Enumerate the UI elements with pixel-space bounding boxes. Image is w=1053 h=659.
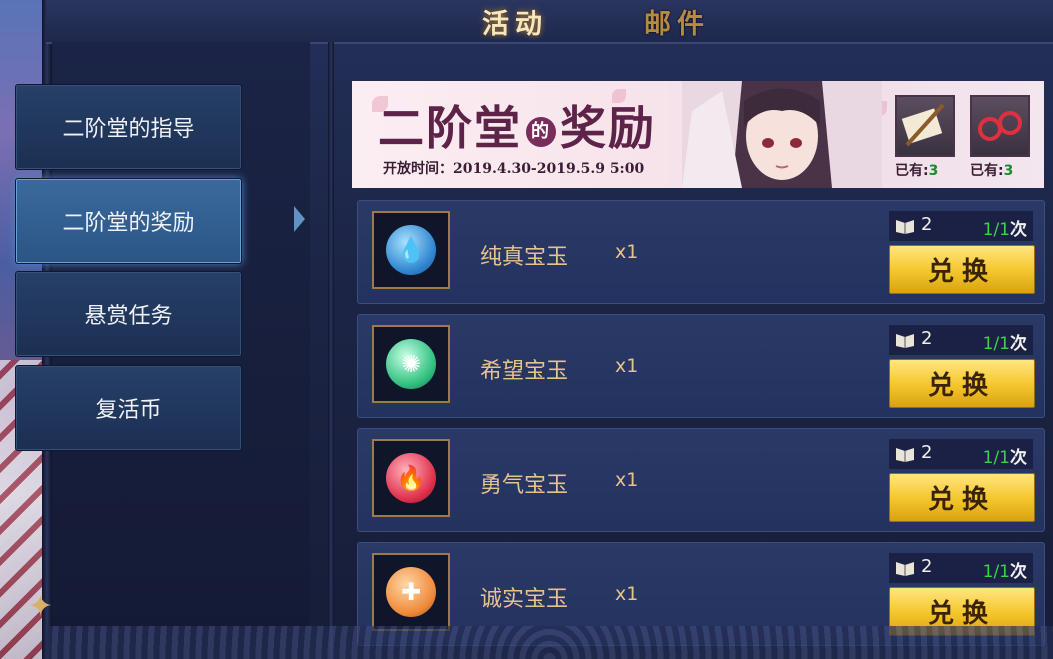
reward-qty: x1 bbox=[615, 241, 639, 263]
side-item-rewards[interactable]: 二阶堂的奖励 bbox=[15, 178, 242, 264]
gold-star-ornament-icon: ✦ bbox=[28, 589, 54, 624]
reward-row: 💧 纯真宝玉 x1 2 1/1次 兑换 bbox=[357, 200, 1045, 304]
exchange-limit: 1/1次 bbox=[983, 215, 1027, 240]
owned-label: 已有: bbox=[895, 163, 929, 179]
reward-row: ✺ 希望宝玉 x1 2 1/1次 兑换 bbox=[357, 314, 1045, 418]
owned-count-glasses: 已有:3 bbox=[970, 160, 1013, 180]
owned-count-book: 已有:3 bbox=[895, 160, 938, 180]
book-cost-icon bbox=[896, 220, 914, 234]
cost-value: 2 bbox=[921, 442, 933, 463]
reward-icon-frame: 🔥 bbox=[372, 439, 450, 517]
banner-title-part: 奖励 bbox=[560, 101, 656, 155]
cost-value: 2 bbox=[921, 214, 933, 235]
reward-name: 诚实宝玉 bbox=[480, 587, 569, 612]
side-item-bounty[interactable]: 悬赏任务 bbox=[15, 271, 242, 357]
limit-count: 1/1 bbox=[982, 448, 1010, 468]
cost-panel: 2 1/1次 bbox=[889, 211, 1033, 241]
limit-count: 1/1 bbox=[982, 220, 1010, 240]
exchange-button[interactable]: 兑换 bbox=[889, 473, 1035, 522]
reward-qty: x1 bbox=[615, 469, 639, 491]
book-quill-icon bbox=[895, 95, 955, 157]
side-item-label: 复活币 bbox=[95, 398, 162, 423]
exchange-button[interactable]: 兑换 bbox=[889, 359, 1035, 408]
banner-title: 二阶堂的奖励 bbox=[378, 92, 656, 158]
owned-label: 已有: bbox=[970, 163, 1004, 179]
bottom-wave-ornament bbox=[46, 626, 1053, 659]
reward-row: 🔥 勇气宝玉 x1 2 1/1次 兑换 bbox=[357, 428, 1045, 532]
reward-icon-frame: ✚ bbox=[372, 553, 450, 631]
side-item-label: 二阶堂的奖励 bbox=[62, 211, 195, 236]
side-item-revive-coin[interactable]: 复活币 bbox=[15, 365, 242, 451]
activity-screen: ✦ 活动 邮件 二阶堂的指导 二阶堂的奖励 悬赏任务 复活币 二阶堂的奖励 开放… bbox=[0, 0, 1053, 659]
orange-cross-gem-icon: ✚ bbox=[386, 567, 436, 617]
reward-name: 纯真宝玉 bbox=[480, 245, 569, 270]
reward-icon-frame: ✺ bbox=[372, 325, 450, 403]
limit-count: 1/1 bbox=[982, 562, 1010, 582]
book-cost-icon bbox=[896, 562, 914, 576]
tab-mail[interactable]: 邮件 bbox=[644, 2, 710, 41]
book-cost-icon bbox=[896, 334, 914, 348]
book-cost-icon bbox=[896, 448, 914, 462]
cost-value: 2 bbox=[921, 556, 933, 577]
owned-value: 3 bbox=[1003, 163, 1014, 179]
tab-activity[interactable]: 活动 bbox=[482, 2, 548, 41]
green-hope-gem-icon: ✺ bbox=[386, 339, 436, 389]
reward-icon-frame: 💧 bbox=[372, 211, 450, 289]
side-item-label: 悬赏任务 bbox=[84, 304, 173, 329]
exchange-limit: 1/1次 bbox=[983, 557, 1027, 582]
limit-unit: 次 bbox=[1010, 334, 1027, 354]
banner-open-time: 开放时间：2019.4.30-2019.5.9 5:00 bbox=[383, 161, 645, 177]
glasses-icon bbox=[970, 95, 1030, 157]
top-tab-bar bbox=[46, 0, 1053, 44]
exchange-limit: 1/1次 bbox=[983, 443, 1027, 468]
red-fire-gem-icon: 🔥 bbox=[386, 453, 436, 503]
reward-name: 希望宝玉 bbox=[480, 359, 569, 384]
reward-name: 勇气宝玉 bbox=[480, 473, 569, 498]
limit-count: 1/1 bbox=[982, 334, 1010, 354]
side-item-guidance[interactable]: 二阶堂的指导 bbox=[15, 84, 242, 170]
reward-qty: x1 bbox=[615, 355, 639, 377]
banner-title-part: 二阶堂 bbox=[378, 101, 522, 155]
reward-qty: x1 bbox=[615, 583, 639, 605]
side-item-label: 二阶堂的指导 bbox=[62, 117, 195, 142]
limit-unit: 次 bbox=[1010, 562, 1027, 582]
exchange-limit: 1/1次 bbox=[983, 329, 1027, 354]
cost-panel: 2 1/1次 bbox=[889, 553, 1033, 583]
limit-unit: 次 bbox=[1010, 220, 1027, 240]
cost-panel: 2 1/1次 bbox=[889, 439, 1033, 469]
owned-value: 3 bbox=[928, 163, 939, 179]
character-portrait bbox=[682, 81, 882, 188]
banner-title-de: 的 bbox=[526, 117, 556, 147]
selected-arrow-icon bbox=[294, 206, 305, 232]
exchange-button[interactable]: 兑换 bbox=[889, 245, 1035, 294]
panel-divider bbox=[328, 42, 334, 659]
cost-value: 2 bbox=[921, 328, 933, 349]
limit-unit: 次 bbox=[1010, 448, 1027, 468]
blue-water-gem-icon: 💧 bbox=[386, 225, 436, 275]
cost-panel: 2 1/1次 bbox=[889, 325, 1033, 355]
